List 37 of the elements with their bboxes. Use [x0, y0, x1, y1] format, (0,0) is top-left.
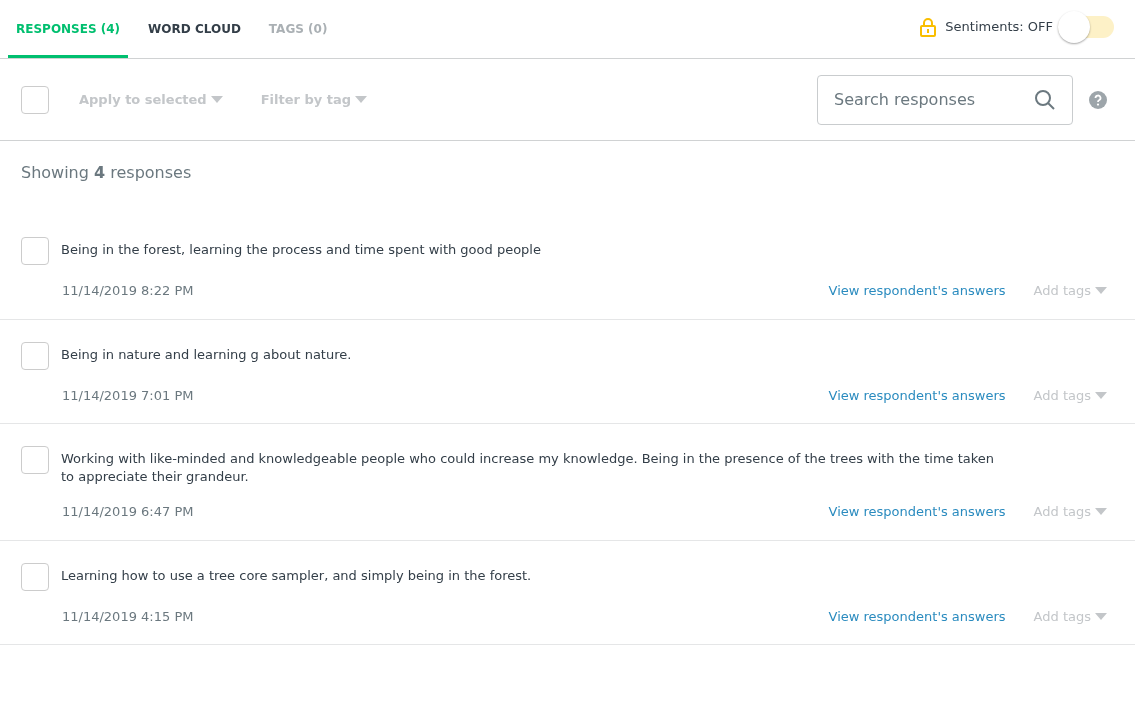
response-text: Learning how to use a tree core sampler, and simply being in the forest. [61, 566, 532, 585]
response-text: Working with like-minded and knowledgeable people who could increase my knowledge. Being in the presence of the trees with the time taken to appreciate their grandeur. [61, 450, 996, 486]
sentiments-label: Sentiments: OFF [945, 17, 1053, 36]
response-text: Being in the forest, learning the process and time spent with good people [61, 241, 541, 259]
lock-icon [919, 16, 938, 37]
search-input[interactable]: Search responses [834, 87, 1034, 112]
response-date: 11/14/2019 6:47 PM [62, 503, 194, 521]
view-answers-link[interactable]: View respondent's answers [828, 606, 1006, 626]
checkbox[interactable] [21, 341, 49, 370]
view-answers-link[interactable]: View respondent's answers [828, 502, 1006, 522]
help-icon[interactable] [1089, 90, 1107, 109]
view-answers-link[interactable]: View respondent's answers [828, 385, 1006, 405]
add-tags-dropdown[interactable]: Add tags [1033, 385, 1107, 405]
search-field[interactable]: Search responses [817, 74, 1073, 125]
add-tags-dropdown[interactable]: Add tags [1033, 502, 1107, 522]
caret-icon [210, 96, 223, 103]
view-answers-link[interactable]: View respondent's answers [828, 281, 1006, 301]
checkbox[interactable] [21, 85, 49, 114]
search-icon [1034, 88, 1056, 111]
sentiments-toggle[interactable] [1057, 9, 1115, 44]
caret-icon [1095, 612, 1107, 620]
caret-icon [1095, 287, 1107, 295]
response-date: 11/14/2019 7:01 PM [62, 386, 194, 405]
add-tags-dropdown[interactable]: Add tags [1033, 606, 1107, 626]
response-date: 11/14/2019 8:22 PM [62, 282, 194, 300]
caret-icon [355, 96, 368, 103]
add-tags-dropdown[interactable]: Add tags [1033, 281, 1107, 301]
response-text: Being in nature and learning g about nature. [61, 345, 352, 364]
response-count: Showing 4 responses [21, 163, 192, 182]
checkbox[interactable] [21, 562, 49, 591]
caret-icon [1095, 508, 1107, 516]
tab[interactable]: WORD CLOUD [140, 0, 249, 58]
response-date: 11/14/2019 4:15 PM [62, 607, 194, 626]
checkbox[interactable] [21, 237, 49, 265]
tab[interactable]: RESPONSES (4) [8, 0, 129, 58]
checkbox[interactable] [21, 446, 49, 474]
caret-icon [1095, 391, 1107, 399]
